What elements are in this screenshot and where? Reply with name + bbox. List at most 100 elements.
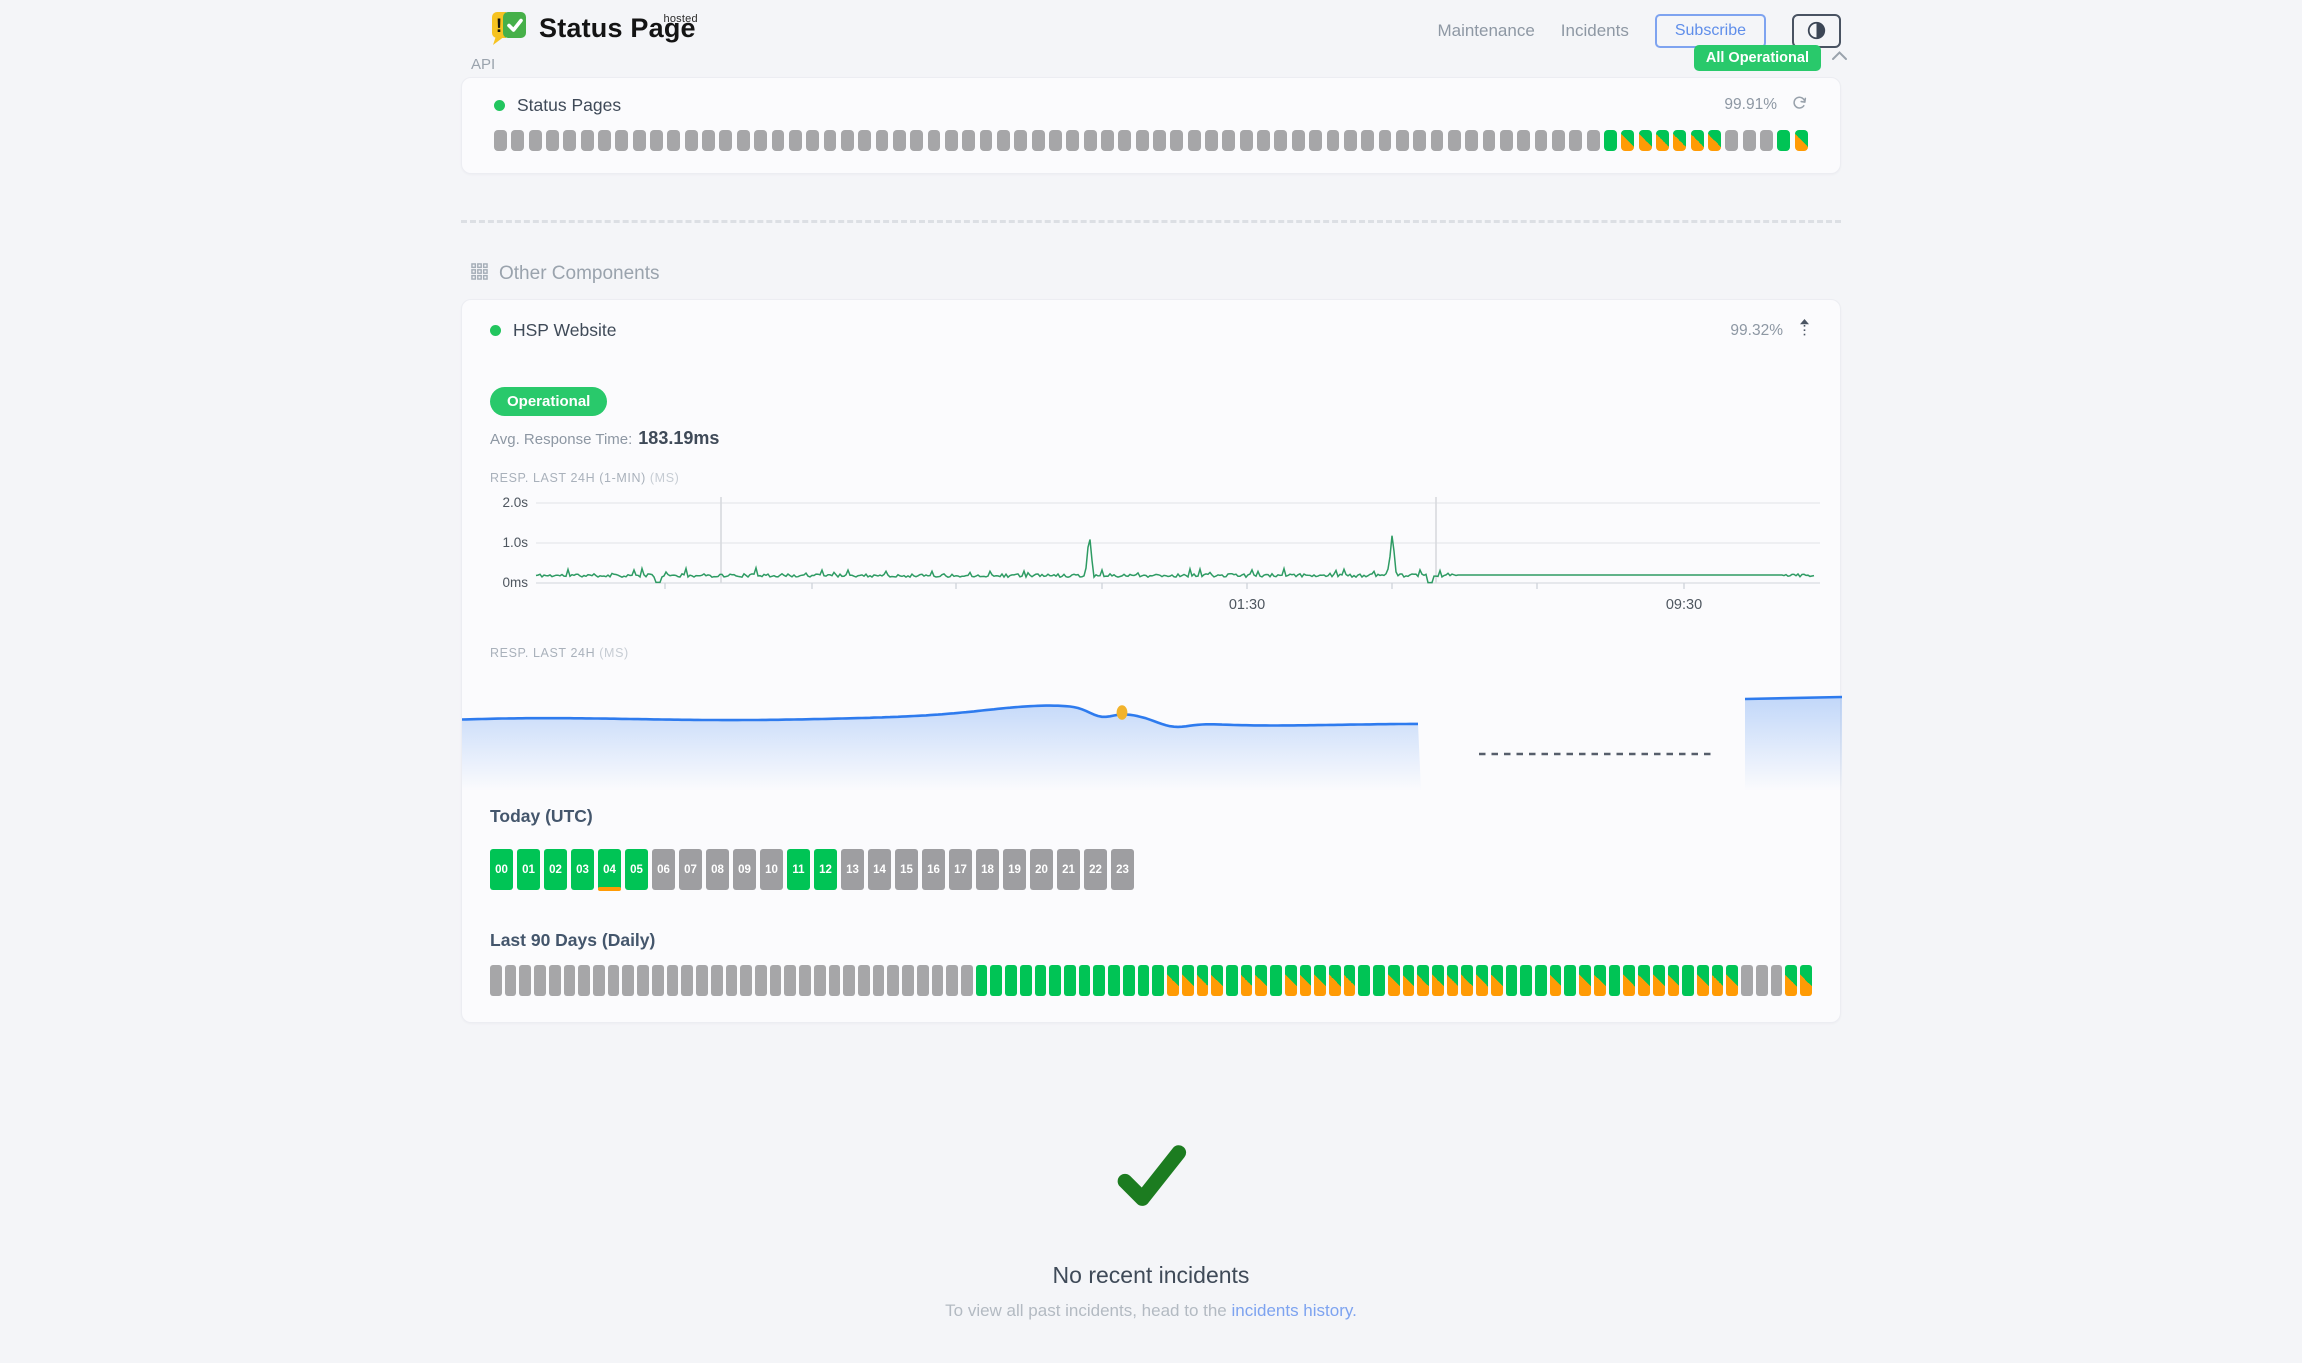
uptime-bar-nodata[interactable] <box>519 965 531 996</box>
uptime-bar-up[interactable] <box>1604 130 1617 151</box>
hour-cell-13-unknown[interactable]: 13 <box>841 849 864 890</box>
hour-cell-19-unknown[interactable]: 19 <box>1003 849 1026 890</box>
uptime-bar-degraded[interactable] <box>1241 965 1253 996</box>
uptime-bar-up[interactable] <box>1682 965 1694 996</box>
uptime-bar-up[interactable] <box>1226 965 1238 996</box>
nav-item-incidents[interactable]: Incidents <box>1561 21 1629 41</box>
incidents-history-link[interactable]: incidents history <box>1231 1301 1352 1320</box>
uptime-bar-degraded[interactable] <box>1255 965 1267 996</box>
uptime-bar-nodata[interactable] <box>928 130 941 151</box>
logo-link[interactable]: ! Status Page hosted <box>489 9 696 54</box>
uptime-bar-degraded[interactable] <box>1476 965 1488 996</box>
uptime-bar-nodata[interactable] <box>814 965 826 996</box>
hour-cell-22-unknown[interactable]: 22 <box>1084 849 1107 890</box>
uptime-bar-nodata[interactable] <box>564 965 576 996</box>
uptime-bar-degraded[interactable] <box>1712 965 1724 996</box>
uptime-bar-nodata[interactable] <box>581 130 594 151</box>
uptime-bar-nodata[interactable] <box>490 965 502 996</box>
uptime-bar-degraded[interactable] <box>1639 130 1652 151</box>
uptime-bar-nodata[interactable] <box>824 130 837 151</box>
uptime-bar-degraded[interactable] <box>1795 130 1808 151</box>
uptime-bar-nodata[interactable] <box>980 130 993 151</box>
uptime-bar-nodata[interactable] <box>1084 130 1097 151</box>
uptime-bar-up[interactable] <box>976 965 988 996</box>
uptime-bar-nodata[interactable] <box>858 130 871 151</box>
uptime-bar-nodata[interactable] <box>1257 130 1270 151</box>
uptime-bar-up[interactable] <box>1123 965 1135 996</box>
uptime-bar-degraded[interactable] <box>1708 130 1721 151</box>
uptime-bar-nodata[interactable] <box>737 130 750 151</box>
uptime-bar-nodata[interactable] <box>770 965 782 996</box>
uptime-bar-nodata[interactable] <box>622 965 634 996</box>
uptime-bar-nodata[interactable] <box>1136 130 1149 151</box>
uptime-bar-nodata[interactable] <box>667 130 680 151</box>
uptime-bar-degraded[interactable] <box>1211 965 1223 996</box>
uptime-bar-nodata[interactable] <box>1413 130 1426 151</box>
uptime-bar-nodata[interactable] <box>598 130 611 151</box>
uptime-bar-nodata[interactable] <box>546 130 559 151</box>
uptime-bar-nodata[interactable] <box>593 965 605 996</box>
uptime-bar-up[interactable] <box>1535 965 1547 996</box>
uptime-bar-nodata[interactable] <box>1014 130 1027 151</box>
uptime-bar-nodata[interactable] <box>772 130 785 151</box>
uptime-bar-nodata[interactable] <box>1569 130 1582 151</box>
uptime-bar-nodata[interactable] <box>1396 130 1409 151</box>
hour-cell-03-up[interactable]: 03 <box>571 849 594 890</box>
uptime-bar-nodata[interactable] <box>806 130 819 151</box>
uptime-bar-degraded[interactable] <box>1726 965 1738 996</box>
uptime-bar-nodata[interactable] <box>1274 130 1287 151</box>
uptime-bar-nodata[interactable] <box>1188 130 1201 151</box>
uptime-bar-nodata[interactable] <box>1327 130 1340 151</box>
uptime-bar-nodata[interactable] <box>961 965 973 996</box>
uptime-bar-nodata[interactable] <box>511 130 524 151</box>
uptime-bar-nodata[interactable] <box>1309 130 1322 151</box>
uptime-bar-nodata[interactable] <box>1756 965 1768 996</box>
uptime-bar-nodata[interactable] <box>1771 965 1783 996</box>
uptime-bar-degraded[interactable] <box>1432 965 1444 996</box>
uptime-bar-up[interactable] <box>1079 965 1091 996</box>
uptime-bar-degraded[interactable] <box>1182 965 1194 996</box>
uptime-bar-nodata[interactable] <box>754 130 767 151</box>
nav-item-maintenance[interactable]: Maintenance <box>1437 21 1534 41</box>
uptime-bar-degraded[interactable] <box>1447 965 1459 996</box>
uptime-bar-nodata[interactable] <box>615 130 628 151</box>
uptime-bar-nodata[interactable] <box>1101 130 1114 151</box>
uptime-bar-nodata[interactable] <box>1344 130 1357 151</box>
hour-cell-02-up[interactable]: 02 <box>544 849 567 890</box>
uptime-bar-nodata[interactable] <box>1535 130 1548 151</box>
uptime-bar-nodata[interactable] <box>1448 130 1461 151</box>
uptime-bar-up[interactable] <box>1064 965 1076 996</box>
uptime-bar-nodata[interactable] <box>650 130 663 151</box>
subscribe-button[interactable]: Subscribe <box>1655 14 1766 48</box>
uptime-bar-nodata[interactable] <box>1222 130 1235 151</box>
uptime-bar-up[interactable] <box>1138 965 1150 996</box>
hour-cell-00-up[interactable]: 00 <box>490 849 513 890</box>
uptime-bar-degraded[interactable] <box>1417 965 1429 996</box>
uptime-bar-up[interactable] <box>1020 965 1032 996</box>
uptime-bar-nodata[interactable] <box>685 130 698 151</box>
uptime-bar-nodata[interactable] <box>1552 130 1565 151</box>
uptime-bar-nodata[interactable] <box>902 965 914 996</box>
uptime-bar-nodata[interactable] <box>563 130 576 151</box>
uptime-bar-up[interactable] <box>1506 965 1518 996</box>
uptime-bar-up[interactable] <box>1373 965 1385 996</box>
uptime-bar-degraded[interactable] <box>1668 965 1680 996</box>
uptime-bar-nodata[interactable] <box>946 965 958 996</box>
uptime-bar-nodata[interactable] <box>578 965 590 996</box>
hour-cell-05-up[interactable]: 05 <box>625 849 648 890</box>
uptime-bar-nodata[interactable] <box>1379 130 1392 151</box>
uptime-bar-degraded[interactable] <box>1167 965 1179 996</box>
uptime-bar-nodata[interactable] <box>633 130 646 151</box>
uptime-bar-up[interactable] <box>1152 965 1164 996</box>
uptime-bar-nodata[interactable] <box>696 965 708 996</box>
resp-last-24h-1min-chart[interactable]: 2.0s1.0s0ms01:3009:30 <box>462 491 1840 624</box>
uptime-bar-nodata[interactable] <box>873 965 885 996</box>
uptime-bar-nodata[interactable] <box>726 965 738 996</box>
uptime-bar-up[interactable] <box>1564 965 1576 996</box>
uptime-bar-nodata[interactable] <box>1049 130 1062 151</box>
uptime-bar-up[interactable] <box>1520 965 1532 996</box>
uptime-bar-nodata[interactable] <box>652 965 664 996</box>
uptime-bar-nodata[interactable] <box>997 130 1010 151</box>
uptime-bar-nodata[interactable] <box>1292 130 1305 151</box>
uptime-bar-nodata[interactable] <box>702 130 715 151</box>
